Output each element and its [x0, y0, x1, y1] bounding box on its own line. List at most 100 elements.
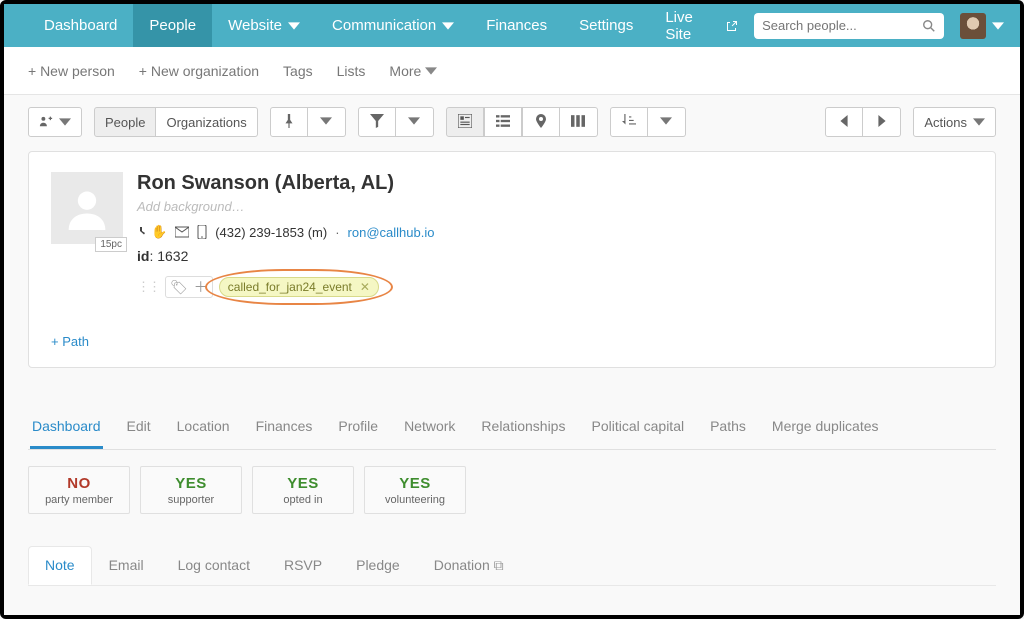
tab-label: Dashboard	[32, 418, 101, 434]
search-input[interactable]	[754, 13, 944, 39]
status-supporter[interactable]: YES supporter	[140, 466, 242, 514]
map-marker-icon	[534, 114, 548, 131]
subnav-lists[interactable]: Lists	[337, 63, 366, 79]
subnav-lists-label: Lists	[337, 63, 366, 79]
tab-paths[interactable]: Paths	[708, 408, 748, 449]
tag-remove-icon[interactable]: ✕	[360, 280, 370, 294]
tag-link-icon[interactable]: 🏷	[170, 280, 188, 294]
ntab-rsvp[interactable]: RSVP	[267, 546, 339, 585]
sort-dropdown-button[interactable]	[648, 107, 686, 137]
status-label: volunteering	[385, 494, 445, 506]
sort-button[interactable]	[610, 107, 648, 137]
pin-button[interactable]	[270, 107, 308, 137]
subnav-tags-label: Tags	[283, 63, 313, 79]
mobile-icon	[197, 225, 207, 239]
tag-row: ⋮⋮ 🏷 ＋ called_for_jan24_event ✕	[137, 276, 434, 298]
tag-chip[interactable]: called_for_jan24_event ✕	[219, 277, 379, 297]
tab-finances[interactable]: Finances	[254, 408, 315, 449]
ntab-email[interactable]: Email	[92, 546, 161, 585]
columns-icon	[571, 114, 585, 131]
tag-tools: 🏷 ＋	[165, 276, 213, 298]
nav-website[interactable]: Website	[212, 4, 316, 47]
filter-dropdown-button[interactable]	[396, 107, 434, 137]
external-link-icon	[726, 20, 738, 32]
tab-network[interactable]: Network	[402, 408, 457, 449]
ntab-donation[interactable]: Donation ⧉	[417, 546, 521, 585]
user-filter-button[interactable]	[28, 107, 82, 137]
nav-live-site-label: Live Site	[665, 9, 720, 43]
actions-label: Actions	[924, 115, 967, 130]
nav-live-site[interactable]: Live Site	[649, 4, 754, 47]
subnav-new-organization[interactable]: + New organization	[139, 63, 259, 79]
sub-nav: + New person + New organization Tags Lis…	[4, 47, 1020, 95]
tab-label: Political capital	[591, 418, 684, 434]
filter-button[interactable]	[358, 107, 396, 137]
profile-info: Ron Swanson (Alberta, AL) Add background…	[137, 172, 434, 298]
nav-settings-label: Settings	[579, 17, 633, 34]
nav-communication-label: Communication	[332, 17, 436, 34]
segment-people[interactable]: People	[94, 107, 156, 137]
avatar-menu[interactable]	[992, 20, 1004, 32]
tab-edit[interactable]: Edit	[125, 408, 153, 449]
profile-email[interactable]: ron@callhub.io	[348, 225, 435, 240]
view-map[interactable]	[522, 107, 560, 137]
nav-website-label: Website	[228, 17, 282, 34]
drag-handle-icon[interactable]: ⋮⋮	[137, 279, 159, 295]
pager-next[interactable]	[863, 107, 901, 137]
nav-settings[interactable]: Settings	[563, 4, 649, 47]
tab-profile[interactable]: Profile	[336, 408, 380, 449]
add-background[interactable]: Add background…	[137, 199, 434, 214]
tag-add-icon[interactable]: ＋	[194, 280, 208, 294]
status-opted-in[interactable]: YES opted in	[252, 466, 354, 514]
tab-merge-duplicates[interactable]: Merge duplicates	[770, 408, 881, 449]
search-icon	[922, 19, 936, 33]
status-party-member[interactable]: NO party member	[28, 466, 130, 514]
chevron-down-icon	[408, 115, 420, 130]
people-orgs-segment: People Organizations	[94, 107, 258, 137]
view-card[interactable]	[446, 107, 484, 137]
add-path-link[interactable]: + Path	[51, 334, 89, 349]
nav-people[interactable]: People	[133, 4, 212, 47]
pin-icon	[282, 114, 296, 131]
segment-organizations[interactable]: Organizations	[156, 107, 257, 137]
person-plus-icon	[39, 114, 53, 131]
contact-line: ✋ (432) 239-1853 (m) · ron@callhub.io	[137, 224, 434, 240]
view-list[interactable]	[484, 107, 522, 137]
segment-people-label: People	[105, 115, 145, 130]
status-label: party member	[45, 494, 113, 506]
nav-dashboard[interactable]: Dashboard	[28, 4, 133, 47]
profile-tabs: Dashboard Edit Location Finances Profile…	[28, 408, 996, 450]
envelope-icon	[175, 225, 189, 239]
status-value: YES	[287, 475, 319, 492]
nav-communication[interactable]: Communication	[316, 4, 470, 47]
id-value: 1632	[157, 248, 188, 264]
ntab-log-contact[interactable]: Log contact	[161, 546, 267, 585]
ntab-label: Donation	[434, 557, 490, 573]
pager-prev[interactable]	[825, 107, 863, 137]
status-volunteering[interactable]: YES volunteering	[364, 466, 466, 514]
avatar[interactable]	[960, 13, 986, 39]
tab-label: Finances	[256, 418, 313, 434]
pin-dropdown-button[interactable]	[308, 107, 346, 137]
view-columns[interactable]	[560, 107, 598, 137]
add-background-label: Add background…	[137, 199, 245, 214]
nav-finances[interactable]: Finances	[470, 4, 563, 47]
subnav-new-person[interactable]: + New person	[28, 63, 115, 79]
nav-people-label: People	[149, 17, 196, 34]
add-path-label: + Path	[51, 334, 89, 349]
tag-label: called_for_jan24_event	[228, 280, 352, 294]
subnav-more[interactable]: More	[389, 63, 437, 79]
ntab-pledge[interactable]: Pledge	[339, 546, 417, 585]
tab-relationships[interactable]: Relationships	[479, 408, 567, 449]
profile-avatar[interactable]: 15pc	[51, 172, 123, 244]
tab-location[interactable]: Location	[175, 408, 232, 449]
tab-dashboard[interactable]: Dashboard	[30, 408, 103, 449]
nav-dashboard-label: Dashboard	[44, 17, 117, 34]
actions-button[interactable]: Actions	[913, 107, 996, 137]
subnav-tags[interactable]: Tags	[283, 63, 313, 79]
chevron-down-icon	[425, 65, 437, 77]
tab-political-capital[interactable]: Political capital	[589, 408, 686, 449]
ntab-label: RSVP	[284, 557, 322, 573]
badge-15pc: 15pc	[95, 237, 127, 252]
ntab-note[interactable]: Note	[28, 546, 92, 585]
